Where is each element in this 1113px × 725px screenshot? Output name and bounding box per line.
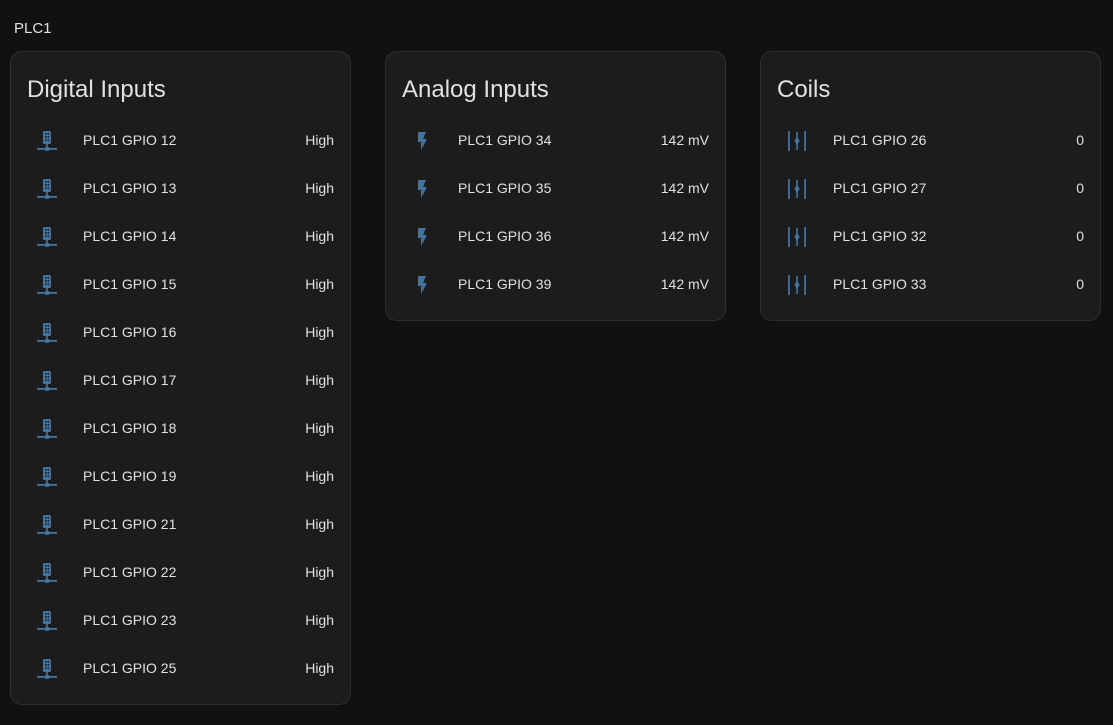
card-analog-inputs: Analog Inputs PLC1 GPIO 34 142 mV PLC1 GP…	[385, 51, 726, 321]
entity-state: High	[305, 420, 334, 436]
entity-row[interactable]: PLC1 GPIO 15 High	[11, 261, 350, 309]
entity-name: PLC1 GPIO 33	[833, 276, 927, 292]
card-digital-inputs: Digital Inputs PLC1 GPIO 12High PLC1 GP	[10, 51, 351, 705]
entity-state: High	[305, 276, 334, 292]
flash-icon	[410, 225, 434, 249]
entity-row[interactable]: PLC1 GPIO 12 High	[11, 117, 350, 165]
coil-icon	[785, 129, 809, 153]
entity-state: High	[305, 516, 334, 532]
flash-icon	[410, 177, 434, 201]
entity-row[interactable]: PLC1 GPIO 16 High	[11, 309, 350, 357]
server-network-icon	[35, 177, 59, 201]
entity-name: PLC1 GPIO 21	[83, 516, 177, 532]
entity-state: 142 mV	[660, 276, 709, 292]
entity-state: 0	[1076, 180, 1084, 196]
entity-row[interactable]: PLC1 GPIO 14 High	[11, 213, 350, 261]
entity-state: 0	[1076, 132, 1084, 148]
entity-name: PLC1 GPIO 26	[833, 132, 927, 148]
entity-name: PLC1 GPIO 22	[83, 564, 177, 580]
entity-state: 142 mV	[660, 180, 709, 196]
entity-state: 0	[1076, 276, 1084, 292]
entity-name: PLC1 GPIO 23	[83, 612, 177, 628]
entity-state: High	[305, 468, 334, 484]
entity-state: High	[305, 660, 334, 676]
entity-state: High	[305, 564, 334, 580]
server-network-icon	[35, 225, 59, 249]
entity-state: High	[305, 228, 334, 244]
entity-row[interactable]: PLC1 GPIO 27 0	[761, 165, 1100, 213]
entity-state: High	[305, 180, 334, 196]
entity-name: PLC1 GPIO 27	[833, 180, 927, 196]
entity-name: PLC1 GPIO 13	[83, 180, 177, 196]
entity-name: PLC1 GPIO 18	[83, 420, 177, 436]
entity-row[interactable]: PLC1 GPIO 19 High	[11, 453, 350, 501]
server-network-icon	[35, 369, 59, 393]
server-network-icon	[35, 561, 59, 585]
server-network-icon	[35, 129, 59, 153]
entity-row[interactable]: PLC1 GPIO 34 142 mV	[386, 117, 725, 165]
server-network-icon	[35, 465, 59, 489]
entity-row[interactable]: PLC1 GPIO 36 142 mV	[386, 213, 725, 261]
server-network-icon	[35, 609, 59, 633]
flash-icon	[410, 129, 434, 153]
entity-list: PLC1 GPIO 26 0 PLC1 GPIO 27 0 PLC1 GPIO 32…	[761, 117, 1100, 309]
entity-row[interactable]: PLC1 GPIO 35 142 mV	[386, 165, 725, 213]
entity-state: 142 mV	[660, 132, 709, 148]
entity-state: High	[305, 372, 334, 388]
entity-name: PLC1 GPIO 39	[458, 276, 552, 292]
entity-row[interactable]: PLC1 GPIO 22 High	[11, 549, 350, 597]
server-network-icon	[35, 657, 59, 681]
entity-name: PLC1 GPIO 34	[458, 132, 552, 148]
entity-state: High	[305, 324, 334, 340]
entity-row[interactable]: PLC1 GPIO 13 High	[11, 165, 350, 213]
entity-state: High	[305, 612, 334, 628]
entity-name: PLC1 GPIO 19	[83, 468, 177, 484]
entity-row[interactable]: PLC1 GPIO 33 0	[761, 261, 1100, 309]
entity-name: PLC1 GPIO 36	[458, 228, 552, 244]
entity-list: PLC1 GPIO 34 142 mV PLC1 GPIO 35 142 mV PL…	[386, 117, 725, 309]
entity-name: PLC1 GPIO 35	[458, 180, 552, 196]
entity-row[interactable]: PLC1 GPIO 21 High	[11, 501, 350, 549]
entity-name: PLC1 GPIO 15	[83, 276, 177, 292]
entity-name: PLC1 GPIO 32	[833, 228, 927, 244]
flash-icon	[410, 273, 434, 297]
coil-icon	[785, 225, 809, 249]
entity-state: High	[305, 132, 334, 148]
card-coils: Coils PLC1 GPIO 26 0 PLC1 GPIO 27 0 PLC1 G…	[760, 51, 1101, 321]
server-network-icon	[35, 273, 59, 297]
entity-row[interactable]: PLC1 GPIO 25 High	[11, 645, 350, 693]
entity-name: PLC1 GPIO 17	[83, 372, 177, 388]
entity-name: PLC1 GPIO 14	[83, 228, 177, 244]
entity-state: 0	[1076, 228, 1084, 244]
entity-row[interactable]: PLC1 GPIO 39 142 mV	[386, 261, 725, 309]
entity-name: PLC1 GPIO 16	[83, 324, 177, 340]
entity-row[interactable]: PLC1 GPIO 32 0	[761, 213, 1100, 261]
coil-icon	[785, 177, 809, 201]
card-title: Coils	[777, 76, 831, 103]
entity-name: PLC1 GPIO 12	[83, 132, 177, 148]
entity-name: PLC1 GPIO 25	[83, 660, 177, 676]
page-title: PLC1	[14, 20, 52, 37]
entity-list: PLC1 GPIO 12 High PLC1 GPIO 13 High PLC1 G…	[11, 117, 350, 693]
server-network-icon	[35, 417, 59, 441]
entity-row[interactable]: PLC1 GPIO 26 0	[761, 117, 1100, 165]
card-title: Digital Inputs	[27, 76, 166, 103]
server-network-icon	[35, 321, 59, 345]
card-title: Analog Inputs	[402, 76, 549, 103]
entity-row[interactable]: PLC1 GPIO 23 High	[11, 597, 350, 645]
entity-row[interactable]: PLC1 GPIO 17 High	[11, 357, 350, 405]
coil-icon	[785, 273, 809, 297]
entity-row[interactable]: PLC1 GPIO 18 High	[11, 405, 350, 453]
entity-state: 142 mV	[660, 228, 709, 244]
server-network-icon	[35, 513, 59, 537]
